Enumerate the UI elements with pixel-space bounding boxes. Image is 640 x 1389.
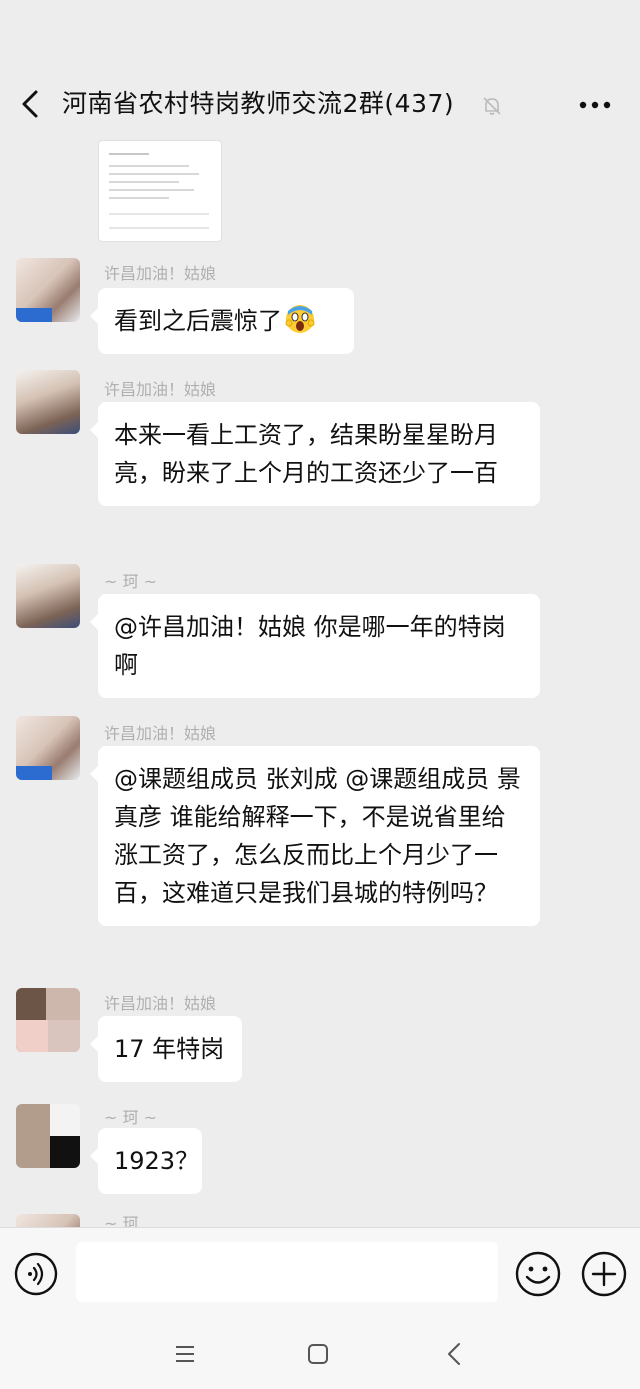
emoji-smile-icon[interactable] — [514, 1250, 562, 1298]
chat-message-partial: ~ 珂 — [0, 1212, 640, 1227]
message-text: @课题组成员 张刘成 @课题组成员 景真彦 谁能给解释一下，不是说省里给涨工资了… — [114, 765, 521, 907]
sender-name: ~ 珂 ~ — [104, 572, 157, 591]
avatar[interactable] — [16, 716, 80, 780]
avatar[interactable] — [16, 1214, 80, 1227]
screaming-face-emoji-icon — [285, 305, 315, 333]
avatar[interactable] — [16, 1104, 80, 1168]
message-text: 看到之后震惊了 — [114, 307, 282, 335]
voice-icon[interactable] — [14, 1252, 58, 1296]
bell-mute-icon — [483, 97, 501, 115]
system-navbar — [0, 1318, 640, 1389]
sender-name: 许昌加油！姑娘 — [104, 994, 217, 1013]
chat-title: 河南省农村特岗教师交流2群(437) — [62, 89, 455, 118]
back-triangle-icon[interactable] — [444, 1340, 464, 1368]
message-text: @许昌加油！姑娘 你是哪一年的特岗啊 — [114, 613, 506, 679]
message-bubble[interactable]: @许昌加油！姑娘 你是哪一年的特岗啊 — [90, 594, 540, 698]
message-text: 17 年特岗 — [114, 1035, 225, 1063]
message-bubble[interactable]: 1923？ — [90, 1128, 202, 1194]
chat-header: 河南省农村特岗教师交流2群(437) — [0, 70, 640, 140]
shared-image-thumbnail[interactable] — [98, 140, 222, 242]
avatar[interactable] — [16, 988, 80, 1052]
message-input[interactable] — [76, 1242, 498, 1302]
sender-name: 许昌加油！姑娘 — [104, 724, 217, 743]
sender-name: ~ 珂 — [104, 1214, 139, 1227]
input-bar — [0, 1227, 640, 1318]
more-dots-icon[interactable] — [572, 88, 618, 122]
avatar[interactable] — [16, 564, 80, 628]
avatar[interactable] — [16, 370, 80, 434]
menu-icon[interactable] — [172, 1344, 198, 1364]
message-bubble[interactable]: 本来一看上工资了，结果盼星星盼月亮，盼来了上个月的工资还少了一百 — [90, 402, 540, 506]
message-bubble[interactable]: @课题组成员 张刘成 @课题组成员 景真彦 谁能给解释一下，不是说省里给涨工资了… — [90, 746, 540, 926]
sender-name: 许昌加油！姑娘 — [104, 264, 217, 283]
sender-name: ~ 珂 ~ — [104, 1108, 157, 1127]
message-text: 本来一看上工资了，结果盼星星盼月亮，盼来了上个月的工资还少了一百 — [114, 421, 498, 487]
home-square-icon[interactable] — [306, 1342, 330, 1366]
plus-circle-icon[interactable] — [580, 1250, 628, 1298]
message-text: 1923？ — [114, 1147, 200, 1175]
sender-name: 许昌加油！姑娘 — [104, 380, 217, 399]
message-bubble[interactable]: 看到之后震惊了 — [90, 288, 354, 354]
avatar[interactable] — [16, 258, 80, 322]
chevron-left-icon[interactable] — [14, 86, 50, 122]
message-bubble[interactable]: 17 年特岗 — [90, 1016, 242, 1082]
